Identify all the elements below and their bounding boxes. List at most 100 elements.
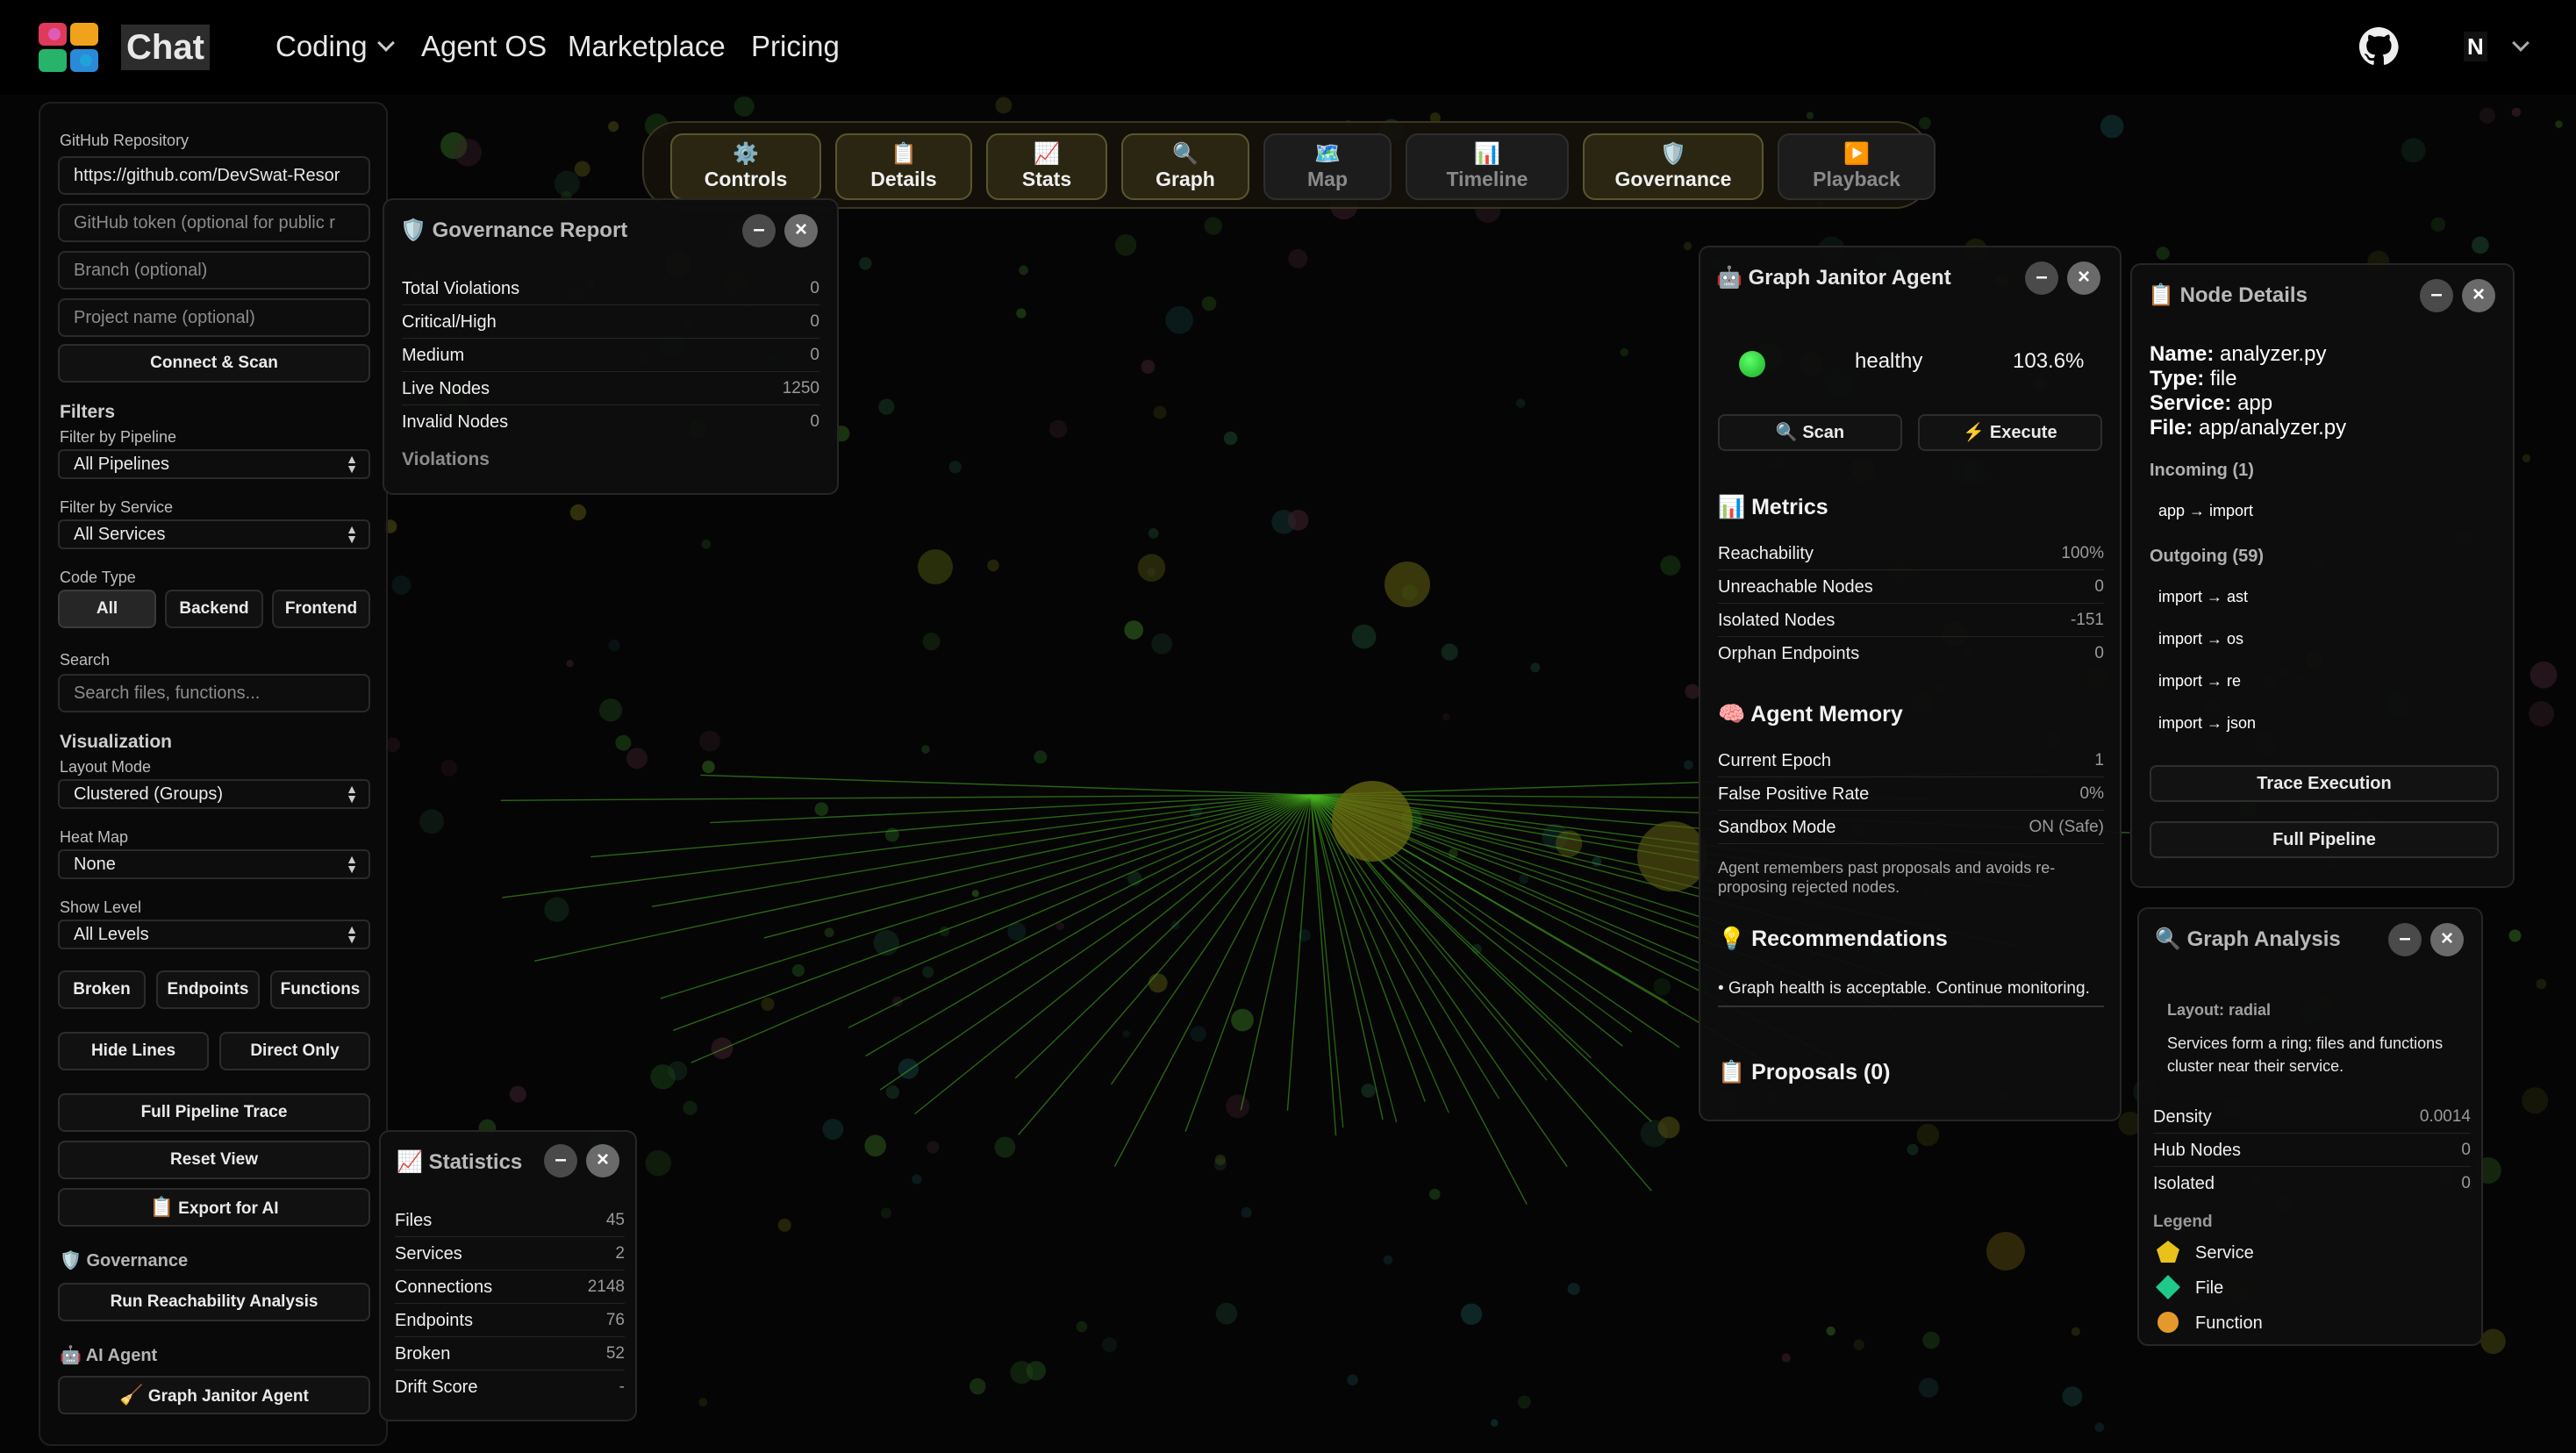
agent-scan-button[interactable]: 🔍 Scan <box>1718 414 1902 451</box>
layout-mode-select[interactable]: Clustered (Groups) ▲ ▼ <box>58 779 370 809</box>
minimize-button[interactable]: – <box>2388 923 2422 956</box>
row-label: Sandbox Mode <box>1718 818 1836 837</box>
graph-node <box>2100 114 2124 139</box>
full-pipeline-trace-button[interactable]: Full Pipeline Trace <box>58 1093 370 1132</box>
chevron-down-icon[interactable] <box>2512 34 2529 52</box>
toolbar-controls-button[interactable]: ⚙️ Controls <box>670 133 821 200</box>
minimize-button[interactable]: – <box>742 214 776 247</box>
toggle-functions-button[interactable]: Functions <box>270 970 370 1009</box>
row-value: 0.0014 <box>2419 1107 2471 1126</box>
graph-node <box>2511 107 2522 117</box>
row-label: Drift Score <box>395 1378 478 1397</box>
direct-only-button[interactable]: Direct Only <box>219 1032 370 1070</box>
trace-execution-button[interactable]: Trace Execution <box>2150 765 2499 802</box>
search-input[interactable]: Search files, functions... <box>58 674 370 712</box>
toggle-endpoints-button[interactable]: Endpoints <box>156 970 260 1009</box>
repo-url-input[interactable]: https://github.com/DevSwat-Resor <box>58 156 370 195</box>
code-type-backend-button[interactable]: Backend <box>165 590 263 628</box>
connect-scan-button[interactable]: Connect & Scan <box>58 344 370 383</box>
incoming-edge[interactable]: app → import <box>2158 498 2253 523</box>
toolbar-playback-button[interactable]: ▶️ Playback <box>1778 133 1936 200</box>
nav-marketplace[interactable]: Marketplace <box>568 26 726 67</box>
app-logo[interactable] <box>39 23 102 72</box>
github-icon[interactable] <box>2358 26 2399 67</box>
shield-icon: 🛡️ <box>400 218 426 242</box>
code-type-all-button[interactable]: All <box>58 590 156 628</box>
row-value: 0 <box>2461 1174 2471 1192</box>
statistics-title-text: Statistics <box>428 1150 523 1174</box>
graph-node <box>626 748 648 769</box>
app-title[interactable]: Chat <box>121 25 210 70</box>
pipeline-select[interactable]: All Pipelines ▲ ▼ <box>58 449 370 479</box>
graph-node <box>859 257 872 270</box>
toolbar-governance-button[interactable]: 🛡️ Governance <box>1583 133 1764 200</box>
outgoing-edge[interactable]: import → ast <box>2158 584 2248 609</box>
toolbar-timeline-button[interactable]: 📊 Timeline <box>1406 133 1569 200</box>
graph-node <box>1076 1321 1088 1333</box>
graph-node <box>948 461 962 474</box>
graph-node <box>2522 1087 2549 1114</box>
full-pipeline-button[interactable]: Full Pipeline <box>2150 821 2499 858</box>
graph-janitor-button[interactable]: 🧹 Graph Janitor Agent <box>58 1376 370 1414</box>
metric-row: Unreachable Nodes 0 <box>1718 570 2104 604</box>
nav-coding[interactable]: Coding <box>275 26 395 67</box>
toggle-broken-button[interactable]: Broken <box>58 970 146 1009</box>
nav-pricing[interactable]: Pricing <box>751 26 840 67</box>
project-name-input[interactable]: Project name (optional) <box>58 298 370 337</box>
run-reachability-button[interactable]: Run Reachability Analysis <box>58 1283 370 1321</box>
close-button[interactable]: × <box>2430 923 2464 956</box>
heatmap-label: Heat Map <box>60 828 129 846</box>
row-value: 1 <box>2094 751 2104 769</box>
hide-lines-button[interactable]: Hide Lines <box>58 1032 209 1070</box>
updown-icon: ▲ ▼ <box>346 452 358 476</box>
close-button[interactable]: × <box>2067 261 2100 295</box>
node-service-label: Service: <box>2150 391 2232 415</box>
graph-node <box>969 1378 986 1395</box>
user-avatar[interactable]: N <box>2464 32 2487 61</box>
graph-node <box>987 559 999 572</box>
code-type-frontend-button[interactable]: Frontend <box>272 590 370 628</box>
toolbar-graph-button[interactable]: 🔍 Graph <box>1121 133 1249 200</box>
row-label: Medium <box>402 346 465 365</box>
nav-agent-os[interactable]: Agent OS <box>421 26 547 67</box>
github-token-input[interactable]: GitHub token (optional for public r <box>58 204 370 242</box>
toolbar-timeline-label: Timeline <box>1446 168 1528 190</box>
reset-view-button[interactable]: Reset View <box>58 1141 370 1179</box>
minimize-button[interactable]: – <box>2420 279 2453 312</box>
panel-toolbar: ⚙️ Controls 📋 Details 📈 Stats 🔍 Graph 🗺️ Map … <box>642 121 1936 209</box>
graph-node <box>1383 1255 1393 1265</box>
clipboard-icon: 📋 <box>1718 1060 1746 1084</box>
service-select[interactable]: All Services ▲ ▼ <box>58 519 370 549</box>
toolbar-details-button[interactable]: 📋 Details <box>835 133 972 200</box>
graph-node <box>1515 398 1526 408</box>
close-button[interactable]: × <box>784 214 818 247</box>
close-button[interactable]: × <box>2462 279 2495 312</box>
heatmap-select[interactable]: None ▲ ▼ <box>58 849 370 879</box>
governance-report-title-text: Governance Report <box>432 218 628 242</box>
graph-node <box>814 802 829 816</box>
graph-node <box>1241 1206 1252 1219</box>
close-button[interactable]: × <box>586 1144 619 1177</box>
graph-node <box>791 963 805 977</box>
graph-node <box>598 698 623 722</box>
minimize-button[interactable]: – <box>2025 261 2058 295</box>
outgoing-edge[interactable]: import → json <box>2158 711 2256 735</box>
row-label: Density <box>2153 1107 2212 1127</box>
graph-node <box>711 1037 733 1060</box>
service-node <box>1986 1232 2025 1270</box>
outgoing-edge[interactable]: import → re <box>2158 669 2241 693</box>
memory-row: False Positive Rate 0% <box>1718 777 2104 811</box>
legend-service-label: Service <box>2195 1243 2254 1263</box>
minimize-button[interactable]: – <box>544 1144 577 1177</box>
outgoing-edge[interactable]: import → os <box>2158 626 2243 651</box>
branch-input[interactable]: Branch (optional) <box>58 251 370 290</box>
show-level-select[interactable]: All Levels ▲ ▼ <box>58 920 370 949</box>
graph-node <box>2522 454 2531 463</box>
graph-node <box>2094 1422 2105 1433</box>
toolbar-map-button[interactable]: 🗺️ Map <box>1263 133 1392 200</box>
service-pentagon-icon <box>2157 1241 2179 1263</box>
row-value: 100% <box>2061 544 2104 562</box>
export-for-ai-button[interactable]: 📋 Export for AI <box>58 1188 370 1227</box>
agent-execute-button[interactable]: ⚡ Execute <box>1918 414 2102 451</box>
toolbar-stats-button[interactable]: 📈 Stats <box>986 133 1107 200</box>
